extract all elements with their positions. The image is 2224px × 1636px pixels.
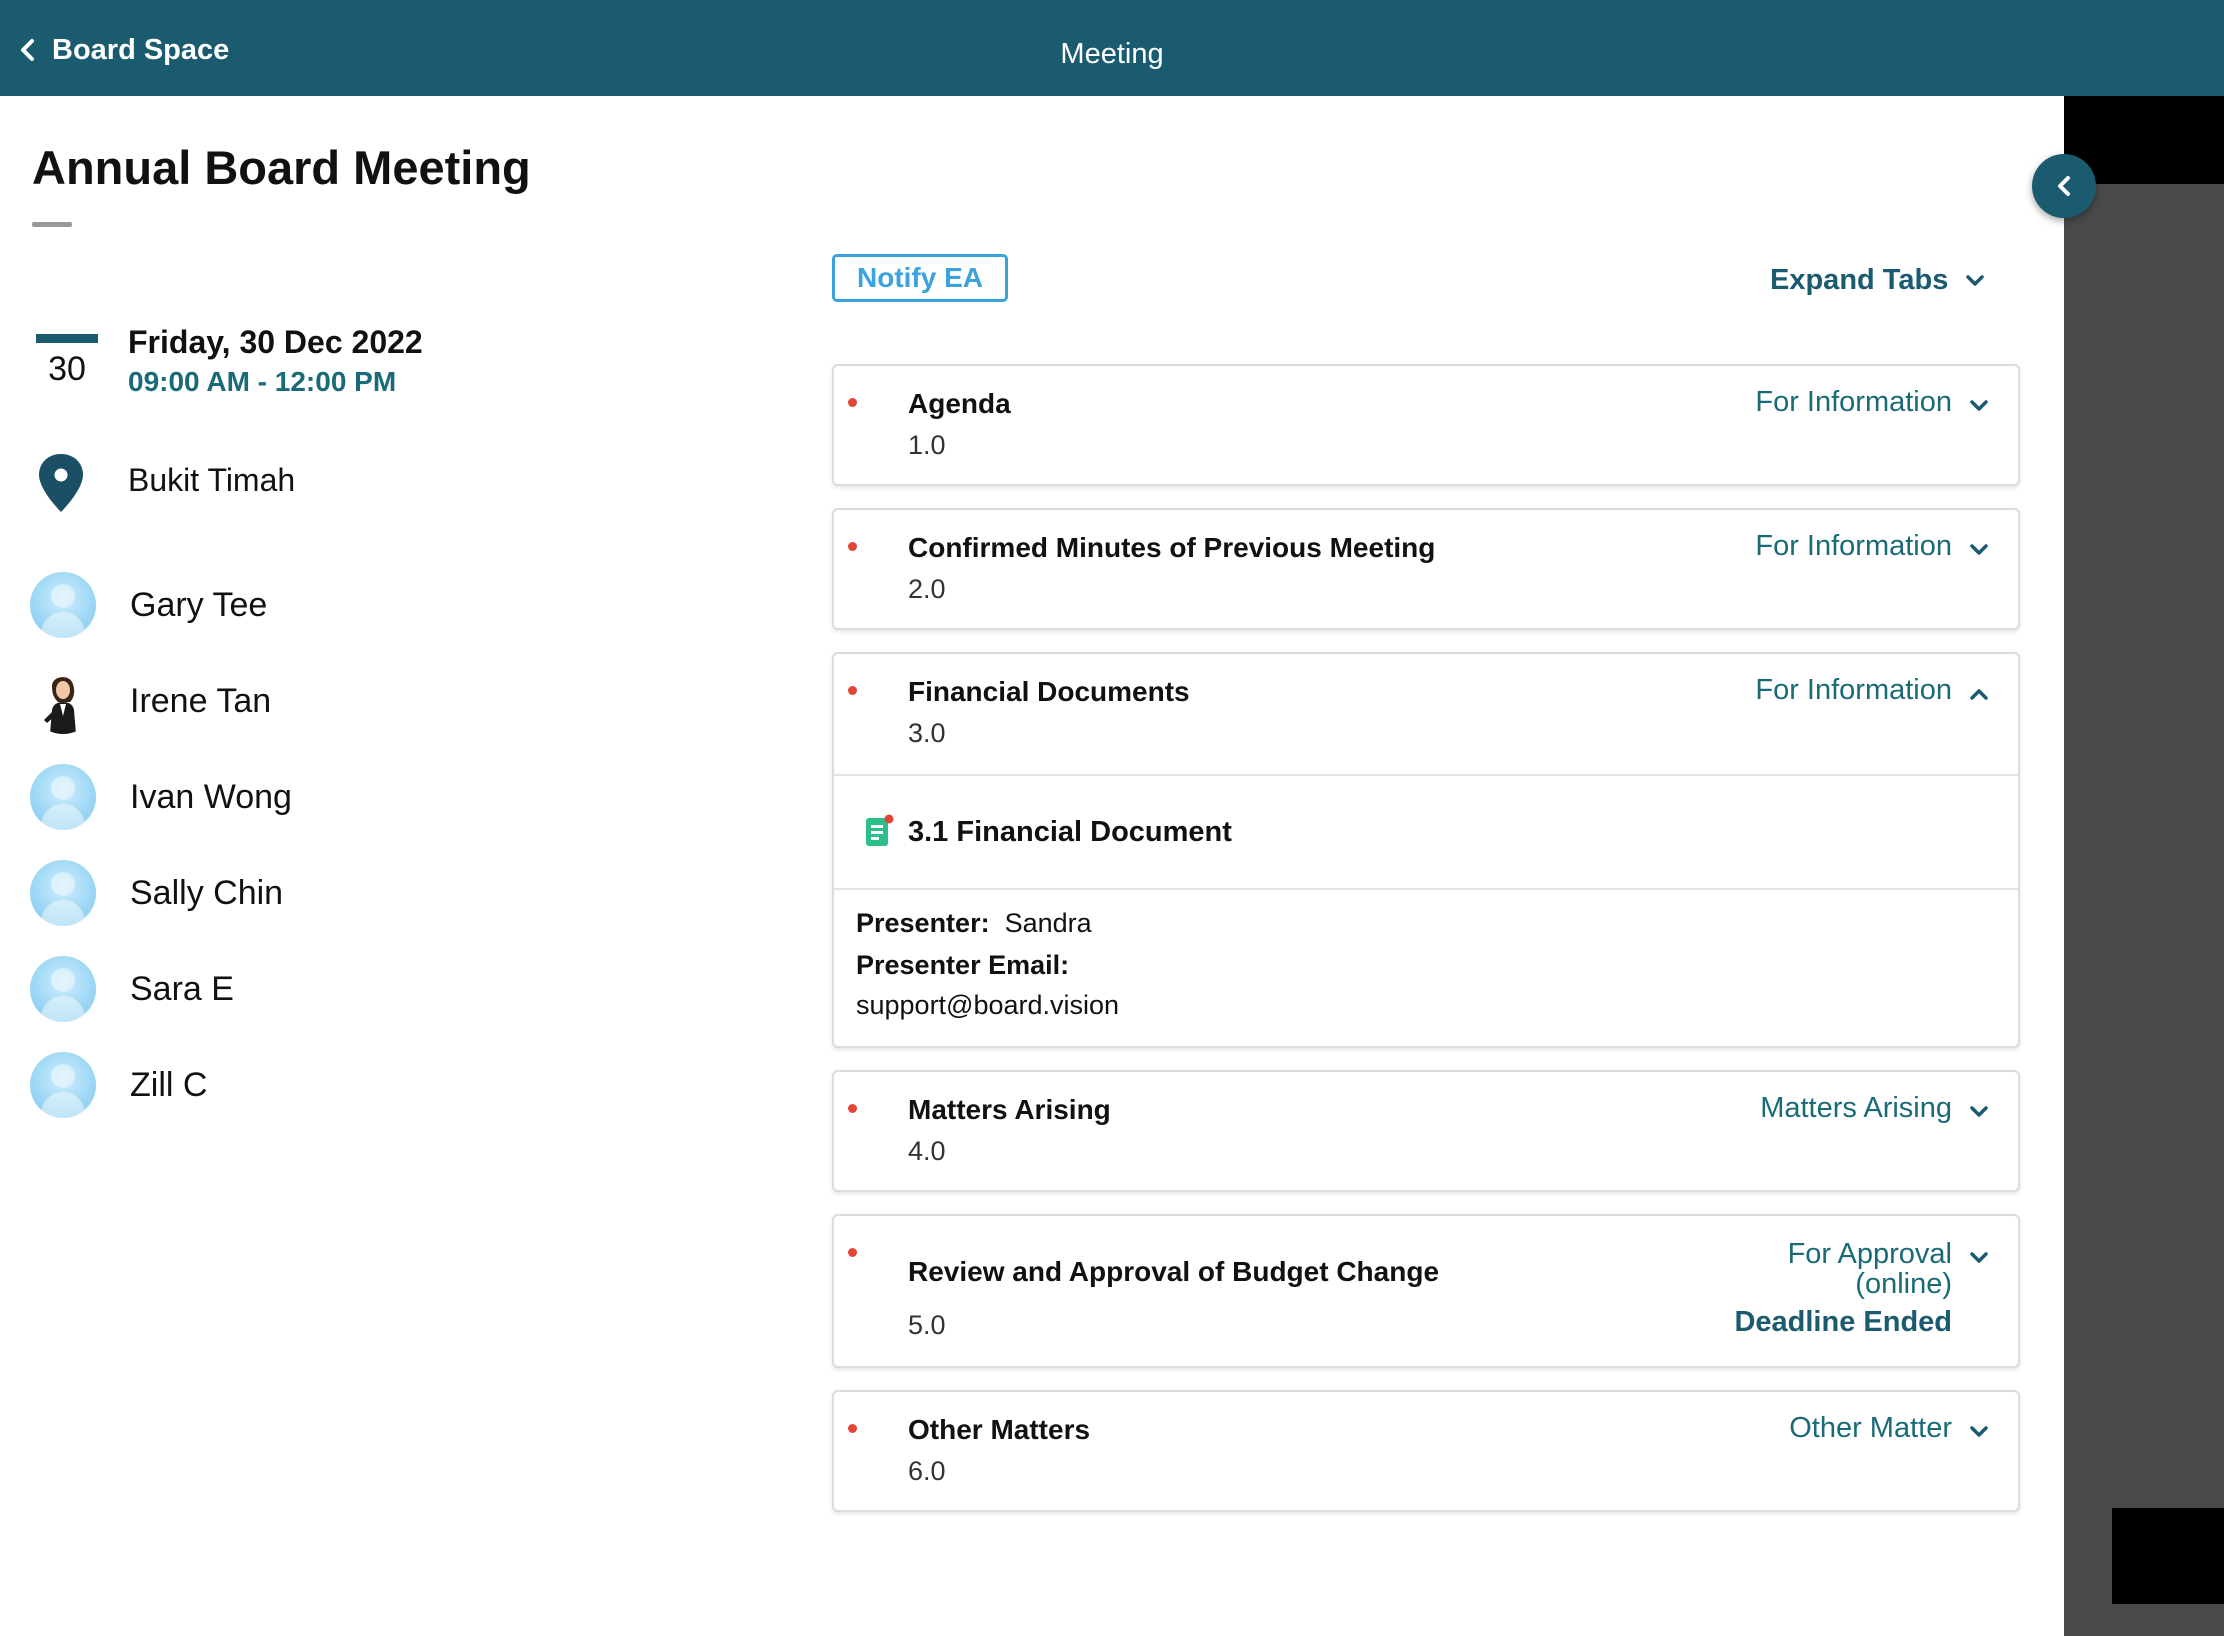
avatar (30, 956, 96, 1022)
presenter-email-label: Presenter Email: (856, 950, 1070, 980)
presenter-name: Sandra (1004, 908, 1092, 938)
unread-dot (848, 1248, 857, 1257)
unread-dot (848, 542, 857, 551)
agenda-number: 2.0 (908, 574, 946, 604)
agenda-title: Matters Arising (908, 1094, 1111, 1125)
agenda-card: Agenda 1.0 For Information (832, 364, 2020, 486)
meeting-date: Friday, 30 Dec 2022 (128, 324, 423, 360)
attendee-name: Sara E (130, 969, 234, 1008)
avatar (30, 572, 96, 638)
attendee-item[interactable]: Ivan Wong (30, 762, 292, 832)
chevron-down-icon (1966, 274, 1985, 286)
document-title: 3.1 Financial Document (908, 816, 1232, 848)
agenda-card: Other Matters 6.0 Other Matter (832, 1390, 2020, 1512)
collapse-panel-button[interactable] (2032, 154, 2096, 218)
attendee-item[interactable]: Gary Tee (30, 570, 267, 640)
agenda-card: Review and Approval of Budget Change 5.0… (832, 1214, 2020, 1368)
deadline-status: Deadline Ended (1734, 1306, 1952, 1338)
agenda-title: Review and Approval of Budget Change (908, 1256, 1440, 1287)
avatar (30, 668, 96, 734)
agenda-card: Matters Arising 4.0 Matters Arising (832, 1070, 2020, 1192)
agenda-title: Confirmed Minutes of Previous Meeting (908, 532, 1436, 563)
notify-ea-button[interactable]: Notify EA (832, 254, 1008, 302)
meeting-time: 09:00 AM - 12:00 PM (128, 366, 397, 397)
avatar (30, 764, 96, 830)
title-underline (32, 222, 72, 227)
expand-tabs-label: Expand Tabs (1770, 264, 1949, 296)
attendee-name: Zill C (130, 1065, 208, 1104)
top-bar: Board Space Meeting (0, 0, 2224, 96)
agenda-tag: For Information (1755, 386, 1952, 418)
attendee-name: Irene Tan (130, 681, 272, 720)
agenda-number: 6.0 (908, 1456, 946, 1486)
agenda-tag: Matters Arising (1760, 1092, 1952, 1124)
avatar (30, 1052, 96, 1118)
agenda-card: Confirmed Minutes of Previous Meeting 2.… (832, 508, 2020, 630)
agenda-card-header[interactable]: Other Matters 6.0 Other Matter (834, 1392, 2018, 1510)
side-panel-bottom (2112, 1508, 2224, 1604)
chevron-down-icon[interactable] (1968, 398, 1990, 414)
agenda-number: 5.0 (908, 1310, 946, 1340)
chevron-down-icon[interactable] (1968, 1104, 1990, 1120)
agenda-title: Other Matters (908, 1414, 1091, 1445)
agenda-card-header[interactable]: Matters Arising 4.0 Matters Arising (834, 1072, 2018, 1190)
attendee-item[interactable]: Irene Tan (30, 666, 271, 736)
meeting-location: Bukit Timah (128, 462, 296, 498)
avatar (30, 860, 96, 926)
agenda-card: Financial Documents 3.0 For Information … (832, 652, 2020, 1048)
agenda-title: Financial Documents (908, 676, 1190, 707)
agenda-tag: For Information (1755, 530, 1952, 562)
map-pin-icon (39, 454, 83, 512)
document-row[interactable]: 3.1 Financial Document (834, 776, 2018, 886)
presenter-email[interactable]: support@board.vision (856, 990, 1119, 1021)
attendee-name: Ivan Wong (130, 777, 292, 816)
chevron-left-icon (2058, 176, 2070, 196)
attendee-name: Sally Chin (130, 873, 284, 912)
unread-dot (848, 1104, 857, 1113)
attendee-name: Gary Tee (130, 585, 268, 624)
divider (834, 888, 2018, 890)
unread-dot (848, 1424, 857, 1433)
document-icon (866, 814, 894, 846)
agenda-card-header[interactable]: Agenda 1.0 For Information (834, 366, 2018, 484)
attendee-item[interactable]: Sally Chin (30, 858, 283, 928)
header-title: Meeting (1060, 38, 1164, 70)
expand-tabs-button[interactable]: Expand Tabs (1770, 264, 1986, 297)
agenda-number: 4.0 (908, 1136, 946, 1166)
agenda-card-header[interactable]: Review and Approval of Budget Change 5.0… (834, 1216, 2018, 1366)
unread-dot (848, 686, 857, 695)
calendar-icon: 30 (36, 334, 98, 388)
attendee-item[interactable]: Zill C (30, 1050, 207, 1120)
presenter-line: Presenter: Sandra (856, 908, 1092, 939)
page-title: Annual Board Meeting (32, 141, 531, 194)
agenda-tag: Other Matter (1789, 1412, 1952, 1444)
unread-dot (848, 398, 857, 407)
chevron-down-icon[interactable] (1968, 1250, 1990, 1266)
person-photo-icon (44, 677, 76, 734)
agenda-card-header[interactable]: Confirmed Minutes of Previous Meeting 2.… (834, 510, 2018, 628)
chevron-down-icon[interactable] (1968, 542, 1990, 558)
agenda-tag-line2: (online) (1855, 1268, 1952, 1300)
attendee-item[interactable]: Sara E (30, 954, 234, 1024)
chevron-up-icon[interactable] (1968, 686, 1990, 702)
agenda-tag: For Information (1755, 674, 1952, 706)
presenter-email-line: Presenter Email: (856, 950, 1069, 981)
agenda-number: 1.0 (908, 430, 946, 460)
presenter-label: Presenter: (856, 908, 990, 938)
side-panel (2064, 96, 2224, 1636)
agenda-number: 3.0 (908, 718, 946, 748)
agenda-tag-line1: For Approval (1787, 1238, 1952, 1270)
agenda-title: Agenda (908, 388, 1011, 419)
calendar-day: 30 (48, 350, 86, 388)
chevron-down-icon[interactable] (1968, 1424, 1990, 1440)
agenda-card-header[interactable]: Financial Documents 3.0 For Information (834, 654, 2018, 772)
